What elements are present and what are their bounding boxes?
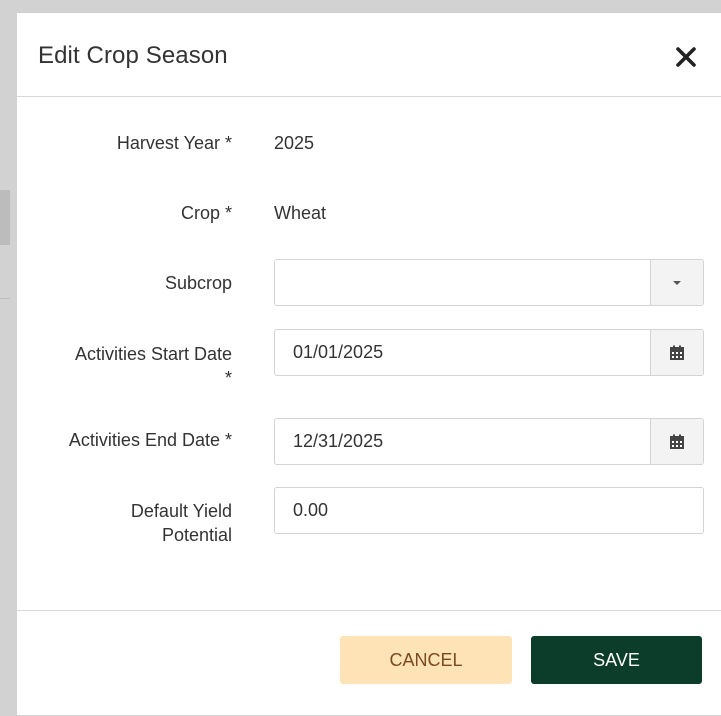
start-date-label: Activities Start Date * — [75, 342, 232, 390]
subcrop-label: Subcrop — [164, 273, 232, 293]
backdrop-edge-line — [0, 298, 10, 299]
dialog-footer: CANCEL SAVE — [17, 610, 721, 716]
harvest-year-label: Harvest Year * — [116, 133, 232, 153]
save-button[interactable]: SAVE — [531, 636, 702, 684]
start-date-label-line1: Activities Start Date — [74, 344, 232, 364]
end-date-row: Activities End Date * 12/31/2025 — [17, 418, 721, 466]
harvest-year-row: Harvest Year * 2025 — [17, 131, 721, 155]
dialog-header: Edit Crop Season — [17, 13, 721, 97]
close-icon — [676, 47, 696, 67]
default-yield-value: 0.00 — [293, 500, 329, 520]
start-date-calendar-button[interactable] — [650, 330, 703, 375]
harvest-year-value: 2025 — [274, 133, 315, 153]
start-date-row: Activities Start Date * 01/01/2025 — [17, 329, 721, 389]
subcrop-select[interactable] — [274, 259, 704, 306]
end-date-value: 12/31/2025 — [293, 431, 384, 451]
default-yield-input[interactable]: 0.00 — [274, 487, 704, 534]
end-date-calendar-button[interactable] — [650, 419, 703, 464]
cancel-button[interactable]: CANCEL — [340, 636, 512, 684]
subcrop-dropdown-button[interactable] — [650, 260, 703, 305]
default-yield-label-line1: Default Yield — [130, 501, 232, 521]
start-date-value: 01/01/2025 — [293, 342, 384, 362]
default-yield-label: Default Yield Potential — [131, 499, 232, 547]
start-date-input[interactable]: 01/01/2025 — [274, 329, 704, 376]
backdrop-edge — [0, 190, 10, 245]
close-button[interactable] — [672, 43, 700, 71]
start-date-label-line2: * — [224, 368, 232, 388]
dialog-title: Edit Crop Season — [38, 42, 228, 69]
subcrop-row: Subcrop — [17, 259, 721, 307]
calendar-icon — [670, 434, 684, 449]
edit-crop-season-dialog: Edit Crop Season Harvest Year * 2025 Cro… — [17, 12, 721, 715]
crop-row: Crop * Wheat — [17, 201, 721, 225]
crop-label: Crop * — [180, 203, 232, 223]
caret-down-icon — [673, 280, 681, 285]
default-yield-label-line2: Potential — [161, 525, 232, 545]
end-date-input[interactable]: 12/31/2025 — [274, 418, 704, 465]
default-yield-row: Default Yield Potential 0.00 — [17, 487, 721, 557]
calendar-icon — [670, 345, 684, 360]
crop-value: Wheat — [274, 203, 327, 223]
end-date-label: Activities End Date * — [68, 430, 232, 450]
